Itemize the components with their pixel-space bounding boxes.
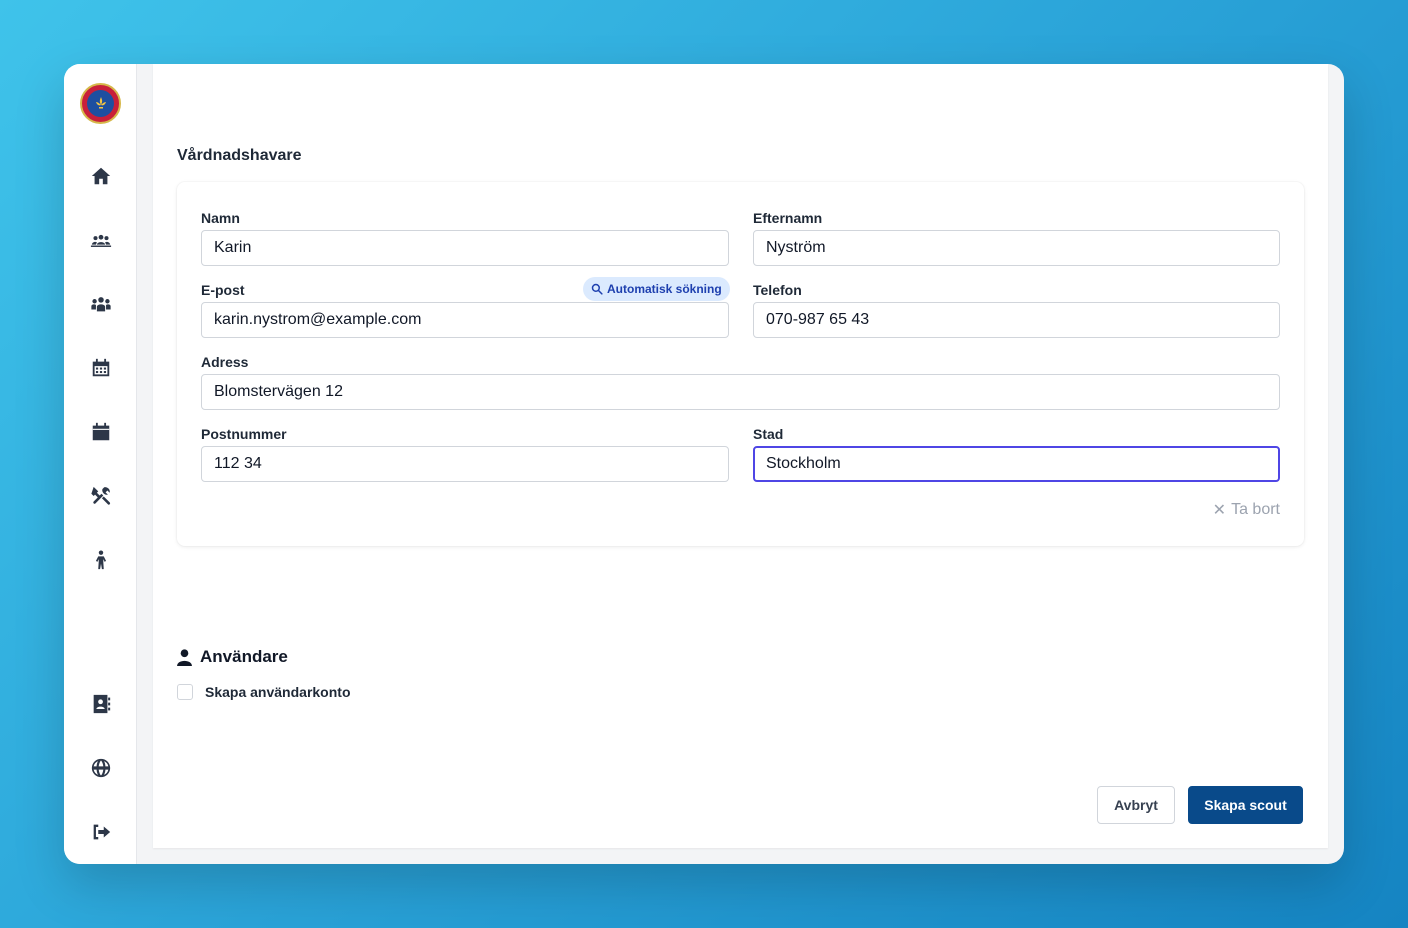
phone-input[interactable] (753, 302, 1280, 338)
remove-guardian-button[interactable]: ✕ Ta bort (1213, 500, 1280, 520)
main-content: Vårdnadshavare Namn Efternamn E-post Aut… (153, 64, 1328, 848)
users-section-title: Användare (177, 647, 288, 667)
zip-label: Postnummer (201, 426, 287, 442)
scout-logo[interactable] (80, 83, 121, 124)
address-input[interactable] (201, 374, 1280, 410)
calendar-days-icon[interactable] (88, 355, 114, 381)
guardian-card: Namn Efternamn E-post Automatisk sökning… (177, 182, 1304, 546)
first-name-input[interactable] (201, 230, 729, 266)
address-label: Adress (201, 354, 249, 370)
address-book-icon[interactable] (88, 691, 114, 717)
create-account-label[interactable]: Skapa användarkonto (205, 684, 351, 700)
close-icon: ✕ (1212, 502, 1227, 519)
child-icon[interactable] (88, 547, 114, 573)
create-scout-button[interactable]: Skapa scout (1188, 786, 1303, 824)
create-account-checkbox[interactable] (177, 684, 193, 700)
tools-icon[interactable] (88, 483, 114, 509)
phone-label: Telefon (753, 282, 802, 298)
email-label: E-post (201, 282, 245, 298)
calendar-icon[interactable] (88, 419, 114, 445)
remove-label: Ta bort (1231, 501, 1280, 518)
app-window: Vårdnadshavare Namn Efternamn E-post Aut… (64, 64, 1344, 864)
user-icon (177, 648, 192, 666)
logo-emblem (87, 90, 114, 117)
last-name-label: Efternamn (753, 210, 823, 226)
home-icon[interactable] (88, 163, 114, 189)
auto-search-label: Automatisk sökning (607, 282, 722, 296)
email-input[interactable] (201, 302, 729, 338)
users-icon[interactable] (88, 291, 114, 317)
search-icon (591, 283, 603, 295)
create-account-row: Skapa användarkonto (177, 684, 351, 700)
last-name-input[interactable] (753, 230, 1280, 266)
first-name-label: Namn (201, 210, 240, 226)
guardian-section-title: Vårdnadshavare (177, 147, 302, 164)
globe-icon[interactable] (88, 755, 114, 781)
city-input[interactable] (753, 446, 1280, 482)
sidebar (64, 64, 137, 864)
cancel-button[interactable]: Avbryt (1097, 786, 1175, 824)
city-label: Stad (753, 426, 784, 442)
users-section-label: Användare (200, 647, 288, 666)
zip-input[interactable] (201, 446, 729, 482)
auto-search-badge[interactable]: Automatisk sökning (583, 277, 730, 301)
fleur-de-lis-icon (95, 96, 106, 108)
sign-out-icon[interactable] (88, 819, 114, 845)
group-icon[interactable] (88, 227, 114, 253)
